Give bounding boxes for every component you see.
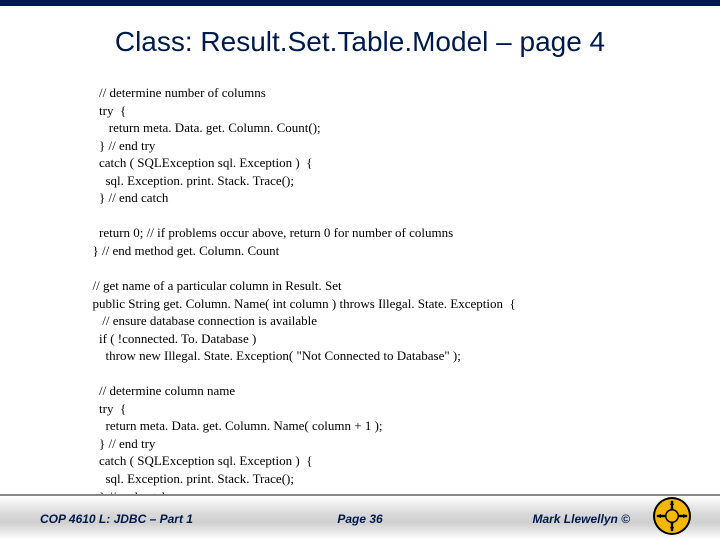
slide-title: Class: Result.Set.Table.Model – page 4 bbox=[0, 26, 720, 58]
slide: Class: Result.Set.Table.Model – page 4 /… bbox=[0, 0, 720, 540]
ucf-logo-icon bbox=[652, 496, 692, 536]
footer-author: Mark Llewellyn © bbox=[532, 512, 630, 526]
code-block: // determine number of columns try { ret… bbox=[86, 84, 660, 505]
